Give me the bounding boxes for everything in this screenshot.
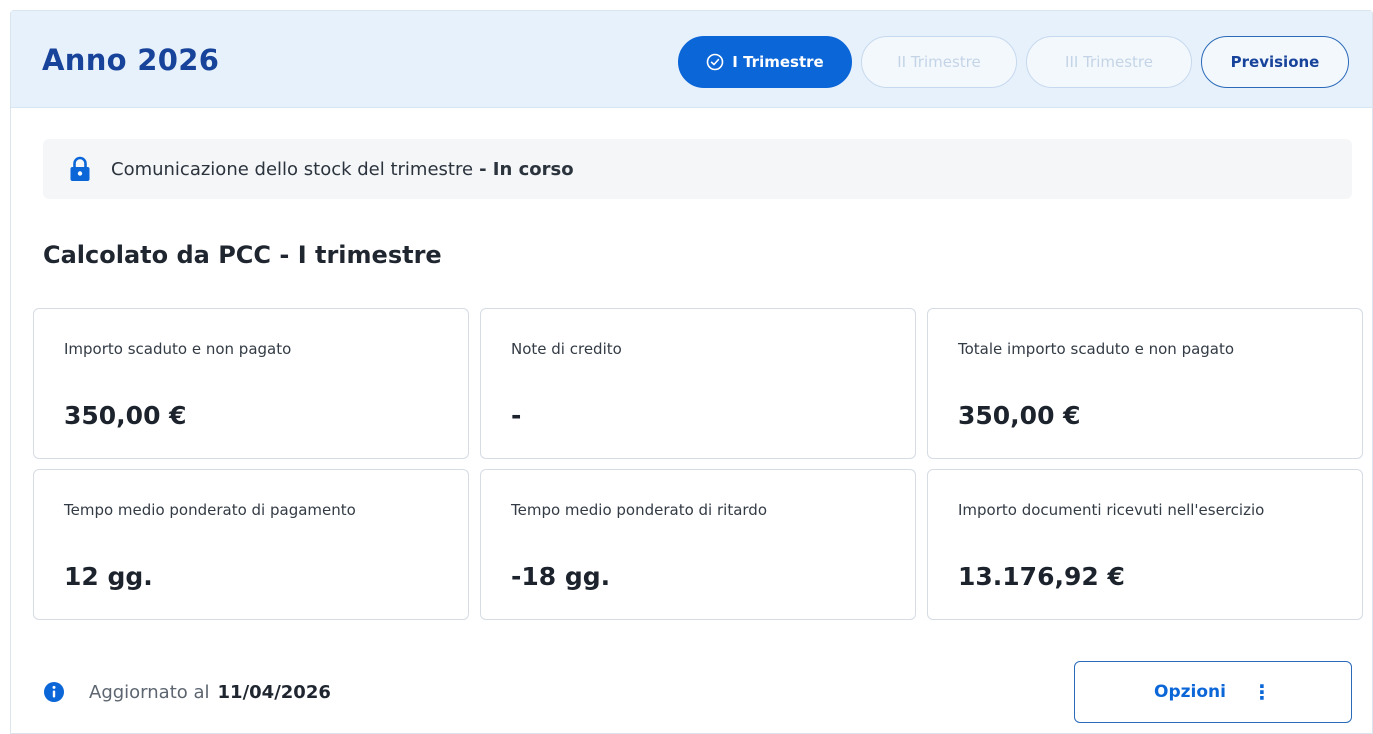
- metric-label: Note di credito: [511, 340, 622, 358]
- metric-value: 13.176,92 €: [958, 562, 1125, 591]
- options-label: Opzioni: [1154, 682, 1226, 702]
- tab-i-trimestre[interactable]: I Trimestre: [678, 36, 852, 88]
- last-updated: Aggiornato al 11/04/2026: [43, 681, 331, 703]
- metric-label: Importo scaduto e non pagato: [64, 340, 292, 358]
- updated-date: 11/04/2026: [217, 681, 331, 703]
- metric-label: Tempo medio ponderato di ritardo: [511, 501, 768, 519]
- metric-value: 12 gg.: [64, 562, 153, 591]
- tab-label: I Trimestre: [732, 53, 824, 71]
- metric-value: -: [511, 401, 522, 430]
- tab-label: III Trimestre: [1065, 53, 1153, 71]
- section-title: Calcolato da PCC - I trimestre: [43, 241, 442, 269]
- tab-label: Previsione: [1230, 53, 1320, 71]
- tab-ii-trimestre[interactable]: II Trimestre: [861, 36, 1017, 88]
- lock-icon: [69, 156, 91, 182]
- metric-card: Tempo medio ponderato di ritardo -18 gg.: [480, 469, 916, 620]
- stock-communication-status: Comunicazione dello stock del trimestre …: [43, 139, 1352, 199]
- status-text: Comunicazione dello stock del trimestre: [111, 158, 474, 180]
- metric-card: Totale importo scaduto e non pagato 350,…: [927, 308, 1363, 459]
- card-header: Anno 2026 I Trimestre II Trimestre III T…: [11, 11, 1372, 108]
- info-icon: [43, 681, 65, 703]
- metric-card: Note di credito -: [480, 308, 916, 459]
- tab-label: II Trimestre: [897, 53, 981, 71]
- metric-label: Totale importo scaduto e non pagato: [958, 340, 1235, 358]
- metric-card: Importo scaduto e non pagato 350,00 €: [33, 308, 469, 459]
- check-circle-icon: [706, 53, 724, 71]
- kebab-menu-icon: ⋮: [1251, 680, 1272, 704]
- status-state: - In corso: [479, 158, 574, 180]
- updated-label: Aggiornato al: [89, 681, 210, 703]
- metrics-grid: Importo scaduto e non pagato 350,00 € No…: [33, 308, 1363, 620]
- metric-value: 350,00 €: [958, 401, 1081, 430]
- tab-iii-trimestre[interactable]: III Trimestre: [1026, 36, 1192, 88]
- metric-value: 350,00 €: [64, 401, 187, 430]
- metric-label: Importo documenti ricevuti nell'esercizi…: [958, 501, 1265, 519]
- metric-value: -18 gg.: [511, 562, 611, 591]
- tab-previsione[interactable]: Previsione: [1201, 36, 1349, 88]
- metric-card: Importo documenti ricevuti nell'esercizi…: [927, 469, 1363, 620]
- metric-card: Tempo medio ponderato di pagamento 12 gg…: [33, 469, 469, 620]
- year-card: Anno 2026 I Trimestre II Trimestre III T…: [10, 10, 1373, 734]
- quarter-tabs: I Trimestre II Trimestre III Trimestre P…: [678, 36, 1349, 88]
- metric-label: Tempo medio ponderato di pagamento: [64, 501, 356, 519]
- page-title: Anno 2026: [42, 43, 220, 77]
- options-button[interactable]: Opzioni ⋮: [1074, 661, 1352, 723]
